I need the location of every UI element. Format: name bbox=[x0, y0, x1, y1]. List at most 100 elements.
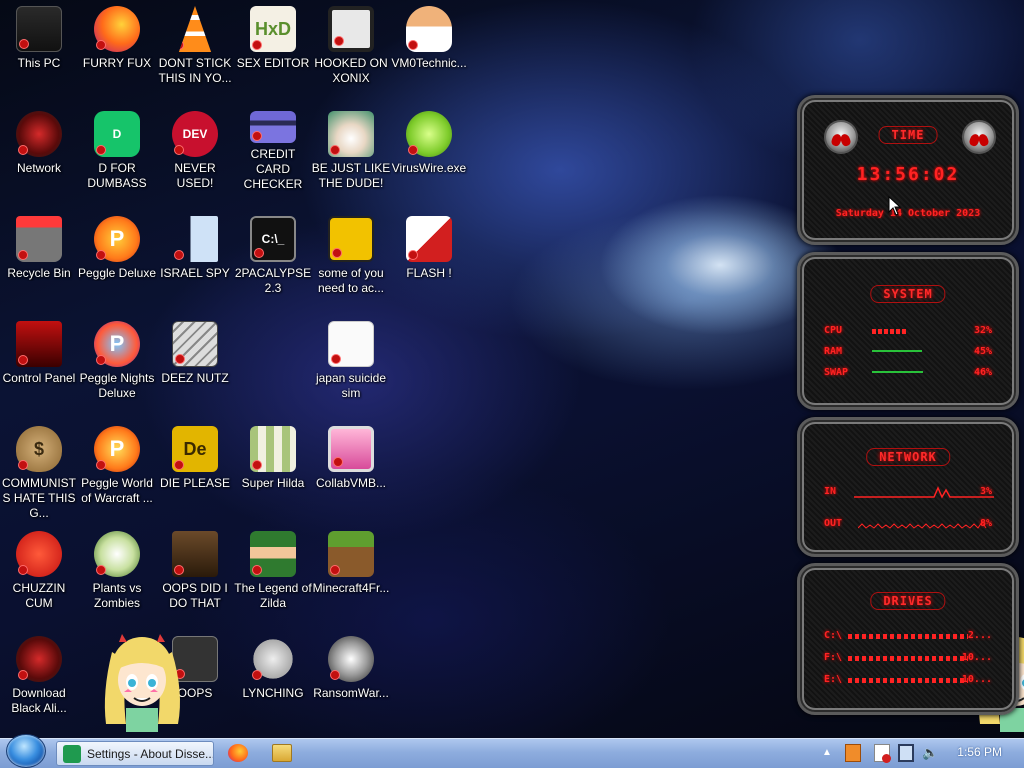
lynching-icon bbox=[250, 636, 296, 682]
desktop-icon[interactable]: P Peggle World of Warcraft ... bbox=[78, 426, 156, 506]
network-status-icon[interactable] bbox=[898, 744, 914, 762]
file-explorer-quicklaunch-icon[interactable] bbox=[272, 744, 292, 762]
tray-app-icon[interactable] bbox=[845, 744, 861, 762]
system-usage-bar bbox=[872, 329, 907, 334]
system-usage-bar bbox=[872, 371, 923, 373]
shortcut-overlay-icon bbox=[174, 460, 184, 470]
desktop-icon[interactable]: $ COMMUNISTS HATE THIS G... bbox=[0, 426, 78, 521]
desktop-icon[interactable]: DEV NEVER USED! bbox=[156, 111, 234, 191]
desktop-icon[interactable]: ISRAEL SPY bbox=[156, 216, 234, 281]
shortcut-overlay-icon bbox=[19, 39, 29, 49]
shortcut-overlay-icon bbox=[330, 145, 340, 155]
desktop-icon[interactable]: VirusWire.exe bbox=[390, 111, 468, 176]
desktop-icon[interactable]: C:\_ 2PACALYPSE 2.3 bbox=[234, 216, 312, 296]
desktop-icon[interactable]: HOOKED ON XONIX bbox=[312, 6, 390, 86]
system-row-value: 45% bbox=[973, 346, 992, 357]
desktop-icon[interactable]: De DIE PLEASE bbox=[156, 426, 234, 491]
desktop-icon[interactable]: This PC bbox=[0, 6, 78, 71]
drive-usage-bar bbox=[848, 678, 968, 683]
desktop-icon-label: Minecraft4Fr... bbox=[312, 581, 390, 595]
action-center-icon[interactable] bbox=[874, 744, 891, 763]
desktop-icon[interactable]: P Peggle Nights Deluxe bbox=[78, 321, 156, 401]
plants-vs-zombies-icon bbox=[94, 531, 140, 577]
shortcut-overlay-icon bbox=[408, 145, 418, 155]
desktop-icon[interactable]: Plants vs Zombies bbox=[78, 531, 156, 611]
system-widget[interactable]: SYSTEM CPU 32% RAM 45% SWAP 46% bbox=[797, 252, 1019, 410]
green-d-app-icon: D bbox=[94, 111, 140, 157]
desktop-icon-label: CollabVMB... bbox=[315, 476, 387, 490]
desktop-icon[interactable]: FLASH ! bbox=[390, 216, 468, 281]
alert-x-icon bbox=[882, 754, 891, 763]
desktop-icon[interactable]: japan suicide sim bbox=[312, 321, 390, 401]
desktop-icon[interactable]: Control Panel bbox=[0, 321, 78, 386]
shortcut-overlay-icon bbox=[408, 250, 418, 260]
network-in-value: 3% bbox=[979, 486, 992, 497]
desktop-icon-label: DIE PLEASE bbox=[159, 476, 231, 490]
desktop-icon[interactable]: D D FOR DUMBASS bbox=[78, 111, 156, 191]
firefox-icon bbox=[94, 6, 140, 52]
settings-app-icon bbox=[63, 744, 81, 763]
desktop-icon[interactable]: OOPS DID I DO THAT bbox=[156, 531, 234, 611]
desktop-icon-label: Peggle World of Warcraft ... bbox=[81, 476, 153, 505]
shortcut-overlay-icon bbox=[96, 565, 106, 575]
desktop-icon[interactable]: BE JUST LIKE THE DUDE! bbox=[312, 111, 390, 191]
taskbar-settings-window[interactable]: Settings - About Disse... bbox=[56, 741, 214, 766]
shortcut-overlay-icon bbox=[408, 40, 418, 50]
shortcut-overlay-icon bbox=[96, 355, 106, 365]
desktop-icon-label: Recycle Bin bbox=[7, 266, 71, 280]
desktop-icon[interactable]: The Legend of Zilda bbox=[234, 531, 312, 611]
time-widget[interactable]: TIME 13:56:02 Saturday 14 October 2023 bbox=[797, 95, 1019, 245]
desktop-icon[interactable]: RansomWar... bbox=[312, 636, 390, 701]
desktop-icon[interactable]: HxD SEX EDITOR bbox=[234, 6, 312, 71]
shortcut-overlay-icon bbox=[18, 460, 28, 470]
drive-value: 2... bbox=[967, 630, 992, 641]
desktop-icon[interactable]: DONT STICK THIS IN YO... bbox=[156, 6, 234, 86]
show-hidden-icons-button[interactable]: ▲ bbox=[822, 744, 832, 762]
desktop-icon[interactable]: VM0Technic... bbox=[390, 6, 468, 71]
desktop-icon-label: Control Panel bbox=[2, 371, 76, 385]
desktop-icon[interactable]: Download Black Ali... bbox=[0, 636, 78, 716]
shortcut-overlay-icon bbox=[18, 355, 28, 365]
shortcut-overlay-icon bbox=[333, 457, 343, 467]
desktop-icon-label: Peggle Deluxe bbox=[77, 266, 157, 280]
desktop-icon[interactable]: P Peggle Deluxe bbox=[78, 216, 156, 281]
portrait-icon bbox=[172, 531, 218, 577]
desktop-icon[interactable]: Super Hilda bbox=[234, 426, 312, 491]
desktop-icon-label: D FOR DUMBASS bbox=[87, 161, 147, 190]
shortcut-overlay-icon bbox=[174, 145, 184, 155]
taskbar-clock[interactable]: 1:56 PM bbox=[957, 745, 1002, 759]
network-out-value: 8% bbox=[979, 518, 992, 529]
desktop-icon[interactable]: Minecraft4Fr... bbox=[312, 531, 390, 596]
desktop-icon[interactable]: Recycle Bin bbox=[0, 216, 78, 281]
system-row-label: RAM bbox=[824, 346, 843, 357]
desktop-icon[interactable]: some of you need to ac... bbox=[312, 216, 390, 296]
doctor-avatar-icon bbox=[406, 6, 452, 52]
desktop-icon-label: Plants vs Zombies bbox=[92, 581, 142, 610]
desktop-icon-label: some of you need to ac... bbox=[317, 266, 385, 295]
flash-icon bbox=[406, 216, 452, 262]
start-button[interactable] bbox=[6, 734, 46, 768]
system-row-value: 32% bbox=[973, 325, 992, 336]
desktop-icon[interactable]: CREDIT CARD CHECKER bbox=[234, 111, 312, 192]
drives-widget[interactable]: DRIVES C:\ 2... F:\ 10... E:\ 10... bbox=[797, 563, 1019, 715]
system-swap-row: SWAP 46% bbox=[824, 367, 992, 381]
money-bag-icon: $ bbox=[16, 426, 62, 472]
desktop-icon-label: OOPS DID I DO THAT bbox=[162, 581, 228, 610]
firefox-quicklaunch-icon[interactable] bbox=[228, 744, 248, 762]
desktop-icon[interactable]: Network bbox=[0, 111, 78, 176]
drive-label: C:\ bbox=[824, 630, 843, 641]
volume-icon[interactable]: 🔈 bbox=[922, 744, 938, 762]
desktop-icon-label: CHUZZIN CUM bbox=[12, 581, 66, 610]
desktop-icon[interactable]: DEEZ NUTZ bbox=[156, 321, 234, 386]
desktop-icon-label: FLASH ! bbox=[406, 266, 452, 280]
taskbar-window-title: Settings - About Disse... bbox=[87, 746, 214, 761]
devcpp-icon: DEV bbox=[172, 111, 218, 157]
credit-card-icon bbox=[250, 111, 296, 143]
drive-row: F:\ 10... bbox=[824, 652, 992, 666]
drive-row: E:\ 10... bbox=[824, 674, 992, 688]
desktop-icon[interactable]: CollabVMB... bbox=[312, 426, 390, 491]
desktop-icon[interactable]: LYNCHING bbox=[234, 636, 312, 701]
desktop-icon[interactable]: FURRY FUX bbox=[78, 6, 156, 71]
network-widget[interactable]: NETWORK IN 3% OUT 8% bbox=[797, 417, 1019, 557]
desktop-icon[interactable]: CHUZZIN CUM bbox=[0, 531, 78, 611]
